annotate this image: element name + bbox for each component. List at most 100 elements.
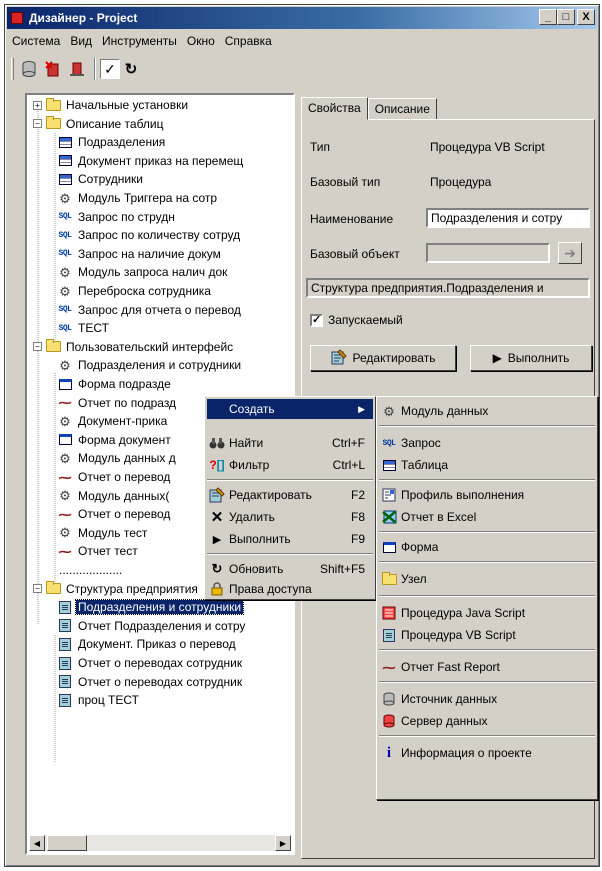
submenu-item-form[interactable]: Форма — [379, 537, 595, 557]
tree-expander-icon[interactable]: + — [33, 100, 42, 110]
submenu-item-project-info[interactable]: i Информация о проекте — [379, 743, 595, 763]
launchable-checkbox[interactable]: ✓ — [310, 314, 323, 327]
menu-window[interactable]: Окно — [182, 34, 220, 48]
tab-properties[interactable]: Свойства — [301, 97, 368, 120]
tree-item[interactable]: ⁓ Отчет по подразд — [57, 395, 178, 411]
menu-item-shortcut: F8 — [350, 510, 365, 524]
tree-item[interactable]: ⚙ Модуль данных д — [57, 450, 178, 466]
menu-separator — [379, 531, 595, 533]
scroll-left-icon[interactable]: ◀ — [29, 835, 45, 851]
menu-item-run[interactable]: ▶ Выполнить F9 — [207, 529, 373, 549]
tree-item[interactable]: ................... — [57, 562, 124, 578]
submenu-item-node[interactable]: Узел — [379, 569, 595, 589]
maximize-button[interactable]: □ — [557, 9, 575, 25]
tree-hscroll[interactable]: ◀ ▶ — [29, 835, 291, 851]
tree-item[interactable]: Документ. Приказ о перевод — [57, 636, 238, 652]
tree-item[interactable]: ⁓ Отчет о перевод — [57, 469, 172, 485]
menu-item-delete[interactable]: ✕ Удалить F8 — [207, 507, 373, 527]
menu-system[interactable]: Система — [7, 34, 65, 48]
submenu-item-data-server[interactable]: Сервер данных — [379, 711, 595, 731]
tree-item[interactable]: Документ приказ на перемещ — [57, 153, 245, 169]
submenu-item-vb-procedure[interactable]: Процедура VB Script — [379, 625, 595, 645]
script-icon — [379, 628, 399, 642]
name-field[interactable]: Подразделения и сотру — [426, 208, 590, 228]
menu-item-find[interactable]: Найти Ctrl+F — [207, 433, 373, 453]
tree-item[interactable]: ⚙ Документ-прика — [57, 413, 169, 429]
tree-item[interactable]: ⚙ Переброска сотрудника — [57, 283, 213, 299]
tree-item[interactable]: SQL Запрос по количеству сотруд — [57, 227, 242, 243]
datasource-toolbar-icon[interactable] — [18, 58, 40, 80]
tree-item[interactable]: SQL Запрос для отчета о перевод — [57, 302, 243, 318]
edit-icon — [207, 487, 227, 503]
tree-expander-icon[interactable]: − — [33, 584, 42, 594]
tree-item[interactable]: Отчет о переводах сотрудник — [57, 674, 244, 690]
menu-item-create[interactable]: Создать ▶ — [207, 399, 373, 419]
menu-tools[interactable]: Инструменты — [97, 34, 182, 48]
delete-server-toolbar-icon[interactable] — [42, 58, 64, 80]
submenu-item-js-procedure[interactable]: Процедура Java Script — [379, 603, 595, 623]
arrow-right-icon[interactable]: ➔ — [558, 242, 582, 264]
gear-icon: ⚙ — [59, 357, 71, 373]
tree-item[interactable]: ⚙ Модуль запроса налич док — [57, 264, 229, 280]
tree-item[interactable]: ⁓ Отчет тест — [57, 543, 140, 559]
toolbar-grip[interactable] — [11, 58, 14, 80]
tree-item[interactable]: Подразделения — [57, 134, 167, 150]
edit-button[interactable]: Редактировать — [310, 345, 456, 371]
play-icon: ▶ — [492, 351, 502, 365]
menu-item-edit[interactable]: Редактировать F2 — [207, 485, 373, 505]
submenu-item-run-profile[interactable]: Профиль выполнения — [379, 485, 595, 505]
tree-item[interactable]: − Описание таблиц — [33, 116, 166, 132]
menu-view[interactable]: Вид — [65, 34, 97, 48]
tree-expander-icon[interactable]: − — [33, 342, 42, 352]
menu-help[interactable]: Справка — [220, 34, 277, 48]
check-toolbar-icon[interactable]: ✓ — [100, 59, 120, 79]
tree-item[interactable]: SQL ТЕСТ — [57, 320, 111, 336]
scroll-right-icon[interactable]: ▶ — [275, 835, 291, 851]
tree-item[interactable]: ⚙ Модуль данных( — [57, 488, 171, 504]
script-icon — [57, 619, 73, 633]
submenu-item-query[interactable]: SQL Запрос — [379, 433, 595, 453]
tree-item[interactable]: ⚙ Модуль тест — [57, 525, 149, 541]
minimize-button[interactable]: _ — [539, 9, 557, 25]
tree-item[interactable]: ⚙ Подразделения и сотрудники — [57, 357, 243, 373]
server-toolbar-icon[interactable] — [66, 58, 88, 80]
submenu-item-label: Профиль выполнения — [401, 488, 525, 502]
tree-expander-icon[interactable]: − — [33, 119, 42, 129]
tree-item[interactable]: SQL Запрос на наличие докум — [57, 246, 223, 262]
submenu-item-data-source[interactable]: Источник данных — [379, 689, 595, 709]
refresh-toolbar-icon[interactable]: ↻ — [120, 58, 142, 80]
tree-item[interactable]: SQL Запрос по струдн — [57, 209, 177, 225]
submenu-item-data-module[interactable]: ⚙ Модуль данных — [379, 401, 595, 421]
menu-separator — [207, 479, 373, 481]
menu-item-filter[interactable]: ?[] Фильтр Ctrl+L — [207, 455, 373, 475]
tree-item[interactable]: ⁓ Отчет о перевод — [57, 506, 172, 522]
window-title: Дизайнер - Project — [29, 11, 138, 25]
menu-item-refresh[interactable]: ↻ Обновить Shift+F5 — [207, 559, 373, 579]
submenu-item-fast-report[interactable]: ⁓ Отчет Fast Report — [379, 657, 595, 677]
close-button[interactable]: X — [577, 9, 595, 25]
tree-item[interactable]: Подразделения и сотрудники — [57, 599, 245, 616]
tree-item[interactable]: Отчет Подразделения и сотру — [57, 618, 247, 634]
tree-item[interactable]: Форма подразде — [57, 376, 173, 392]
menu-item-access-rights[interactable]: Права доступа — [207, 579, 373, 599]
object-path-field[interactable]: Структура предприятия.Подразделения и — [306, 278, 590, 298]
submenu-item-table[interactable]: Таблица — [379, 455, 595, 475]
base-object-field[interactable] — [426, 243, 550, 263]
tree-item[interactable]: проц ТЕСТ — [57, 692, 141, 708]
tree-item[interactable]: − Структура предприятия — [33, 581, 200, 597]
submenu-item-label: Информация о проекте — [401, 746, 532, 760]
submenu-arrow-icon: ▶ — [358, 403, 365, 414]
tree-item-label: Подразделения — [78, 135, 166, 150]
tree-item[interactable]: Отчет о переводах сотрудник — [57, 655, 244, 671]
tree-item[interactable]: ⚙ Модуль Триггера на сотр — [57, 190, 219, 206]
menu-item-shortcut: Ctrl+F — [332, 436, 365, 450]
toolbar-separator — [94, 58, 96, 80]
run-button[interactable]: ▶ Выполнить — [470, 345, 592, 371]
tab-description[interactable]: Описание — [367, 98, 437, 120]
tree-item[interactable]: + Начальные установки — [33, 97, 190, 113]
tree-item[interactable]: Форма документ — [57, 432, 173, 448]
scroll-thumb[interactable] — [47, 835, 87, 851]
tree-item[interactable]: − Пользовательский интерфейс — [33, 339, 235, 355]
tree-item[interactable]: Сотрудники — [57, 171, 145, 187]
submenu-item-excel-report[interactable]: Отчет в Excel — [379, 507, 595, 527]
